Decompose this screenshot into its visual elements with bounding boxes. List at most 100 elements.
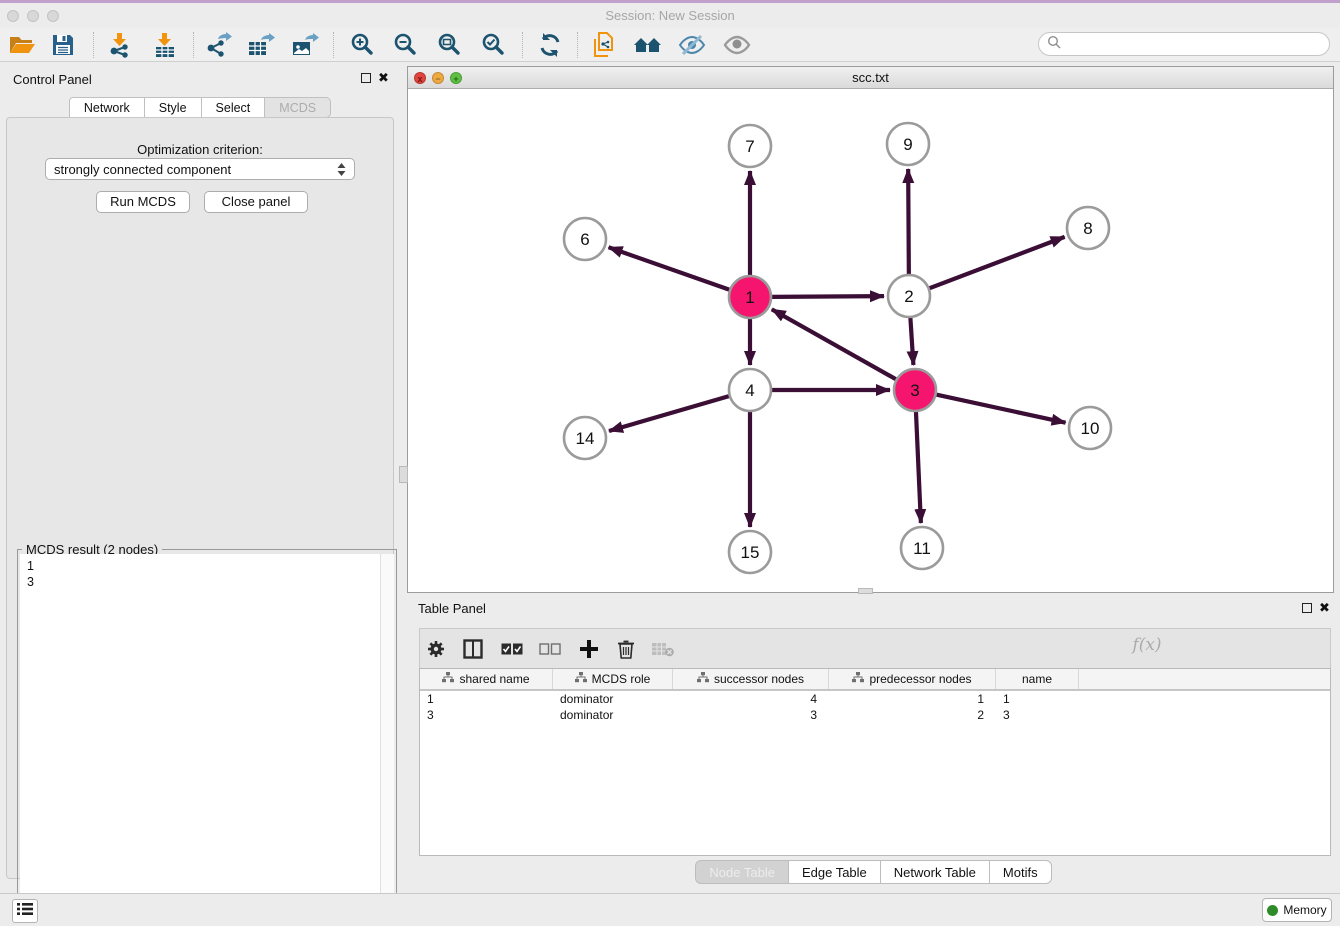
tab-edge-table[interactable]: Edge Table <box>789 860 881 884</box>
import-network-icon[interactable] <box>103 31 137 59</box>
task-history-button[interactable] <box>12 899 38 923</box>
edge-1-2[interactable] <box>771 296 884 297</box>
edge-2-3[interactable] <box>910 317 913 365</box>
zoom-fit-icon[interactable] <box>432 31 466 59</box>
network-minimize-button[interactable]: − <box>432 72 444 84</box>
network-window-titlebar[interactable]: x − + scc.txt <box>408 67 1333 89</box>
export-network-icon[interactable] <box>201 31 235 59</box>
delete-icon[interactable] <box>611 635 641 663</box>
table-panel-close-icon[interactable]: ✖ <box>1319 602 1330 614</box>
open-folder-icon[interactable] <box>5 31 39 59</box>
splitter-grip-vertical[interactable] <box>399 466 408 483</box>
network-zoom-button[interactable]: + <box>450 72 462 84</box>
column-view-icon[interactable] <box>458 635 488 663</box>
control-panel-close-icon[interactable]: ✖ <box>378 72 389 84</box>
mcds-pane: Optimization criterion: strongly connect… <box>6 117 394 879</box>
first-neighbors-icon[interactable] <box>631 31 665 59</box>
run-mcds-button[interactable]: Run MCDS <box>96 191 190 213</box>
tab-select[interactable]: Select <box>202 97 266 118</box>
optimization-criterion-select[interactable]: strongly connected component <box>45 158 355 180</box>
search-input[interactable] <box>1038 32 1330 56</box>
tab-node-table[interactable]: Node Table <box>695 860 789 884</box>
close-panel-button[interactable]: Close panel <box>204 191 308 213</box>
add-icon[interactable] <box>574 635 604 663</box>
control-panel-float-icon[interactable] <box>361 73 371 83</box>
network-close-button[interactable]: x <box>414 72 426 84</box>
app-close-button[interactable] <box>7 10 19 22</box>
edge-2-8[interactable] <box>929 237 1065 289</box>
node-6[interactable]: 6 <box>564 218 606 260</box>
column-header-predecessor-nodes[interactable]: predecessor nodes <box>829 669 996 689</box>
node-8[interactable]: 8 <box>1067 207 1109 249</box>
gear-icon[interactable] <box>421 635 451 663</box>
export-table-icon[interactable] <box>244 31 278 59</box>
cell-successor-nodes: 3 <box>673 707 829 723</box>
app-zoom-button[interactable] <box>47 10 59 22</box>
svg-text:10: 10 <box>1081 419 1100 438</box>
tab-mcds[interactable]: MCDS <box>265 97 331 118</box>
node-15[interactable]: 15 <box>729 531 771 573</box>
node-4[interactable]: 4 <box>729 369 771 411</box>
edge-3-10[interactable] <box>936 394 1066 422</box>
tab-motifs[interactable]: Motifs <box>990 860 1052 884</box>
tree-icon <box>575 672 587 686</box>
import-table-icon[interactable] <box>148 31 182 59</box>
tree-icon <box>697 672 709 686</box>
tree-icon <box>852 672 864 686</box>
hide-selected-icon[interactable] <box>675 31 709 59</box>
table-panel: Table Panel ✖ f(x) shared nameMCDS roles… <box>407 595 1340 888</box>
node-9[interactable]: 9 <box>887 123 929 165</box>
svg-text:3: 3 <box>910 381 919 400</box>
edge-3-11[interactable] <box>916 411 921 523</box>
splitter-grip-horizontal[interactable] <box>858 588 873 594</box>
tab-network-table[interactable]: Network Table <box>881 860 990 884</box>
column-header-shared-name[interactable]: shared name <box>420 669 553 689</box>
status-bar: Memory <box>0 893 1340 926</box>
node-10[interactable]: 10 <box>1069 407 1111 449</box>
cell-name: 3 <box>996 707 1079 723</box>
select-all-icon[interactable] <box>497 635 527 663</box>
function-builder-icon[interactable]: f(x) <box>1132 631 1162 659</box>
node-1[interactable]: 1 <box>729 276 771 318</box>
table-panel-float-icon[interactable] <box>1302 603 1312 613</box>
refresh-icon[interactable] <box>533 31 567 59</box>
list-icon <box>17 902 33 921</box>
app-minimize-button[interactable] <box>27 10 39 22</box>
node-3[interactable]: 3 <box>894 369 936 411</box>
mcds-result-scrollbar[interactable] <box>380 554 394 926</box>
zoom-selected-icon[interactable] <box>476 31 510 59</box>
node-table[interactable]: shared nameMCDS rolesuccessor nodesprede… <box>419 668 1331 856</box>
node-7[interactable]: 7 <box>729 125 771 167</box>
node-2[interactable]: 2 <box>888 275 930 317</box>
column-header-successor-nodes[interactable]: successor nodes <box>673 669 829 689</box>
mcds-result-list[interactable]: 1 3 <box>20 554 382 926</box>
table-row[interactable]: 3dominator323 <box>420 707 1330 723</box>
edge-1-6[interactable] <box>609 247 731 290</box>
node-11[interactable]: 11 <box>901 527 943 569</box>
zoom-out-icon[interactable] <box>388 31 422 59</box>
control-panel-tabs: NetworkStyleSelectMCDS <box>0 97 400 118</box>
edge-2-9[interactable] <box>908 169 909 275</box>
column-header-name[interactable]: name <box>996 669 1079 689</box>
network-graph[interactable]: 7 9 6 8 1 2 4 3 14 10 15 11 <box>408 89 1333 592</box>
zoom-in-icon[interactable] <box>345 31 379 59</box>
export-image-icon[interactable] <box>288 31 322 59</box>
toolbar-separator <box>333 32 334 58</box>
table-row[interactable]: 1dominator411 <box>420 691 1330 707</box>
cell-name: 1 <box>996 691 1079 707</box>
save-icon[interactable] <box>46 31 80 59</box>
network-canvas[interactable]: 7 9 6 8 1 2 4 3 14 10 15 11 <box>408 89 1333 592</box>
deselect-all-icon[interactable] <box>535 635 565 663</box>
show-all-icon[interactable] <box>720 31 754 59</box>
column-header-MCDS-role[interactable]: MCDS role <box>553 669 673 689</box>
memory-button[interactable]: Memory <box>1262 898 1332 922</box>
network-document-icon[interactable] <box>587 31 621 59</box>
tab-network[interactable]: Network <box>69 97 145 118</box>
node-14[interactable]: 14 <box>564 417 606 459</box>
edge-4-14[interactable] <box>609 396 730 431</box>
edge-3-1[interactable] <box>772 309 897 379</box>
tab-style[interactable]: Style <box>145 97 202 118</box>
optimization-criterion-value: strongly connected component <box>54 162 231 177</box>
optimization-criterion-label: Optimization criterion: <box>7 142 393 157</box>
svg-text:15: 15 <box>741 543 760 562</box>
